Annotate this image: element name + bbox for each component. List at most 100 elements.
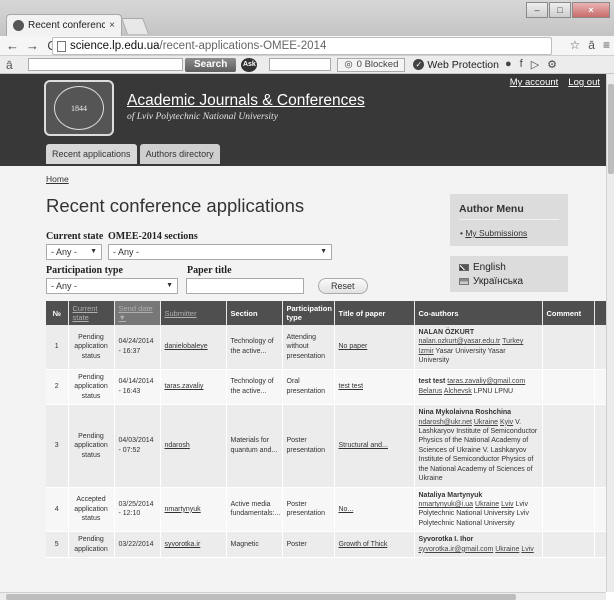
- lock-icon[interactable]: ●: [505, 58, 512, 71]
- site-slogan: of Lviv Polytechnic National University: [127, 112, 278, 122]
- browser-tab[interactable]: Recent conference applic ×: [6, 14, 122, 36]
- row-date: 04/03/2014 - 07:52: [114, 404, 161, 488]
- row-comment: [542, 487, 595, 533]
- current-state-value: - Any -: [51, 247, 78, 257]
- row-submitter-link[interactable]: taras.zavaliy: [165, 383, 204, 390]
- tab-close-icon[interactable]: ×: [109, 20, 115, 31]
- log-out-link[interactable]: Log out: [568, 77, 600, 88]
- coauthor-city-link[interactable]: Lviv: [501, 501, 513, 508]
- col-send-date[interactable]: Send date ▼: [114, 301, 161, 325]
- secondary-menu: My account Log out: [510, 77, 600, 88]
- ask-icon[interactable]: Ask: [241, 57, 258, 72]
- row-submitter-link[interactable]: syvorotka.ir: [165, 541, 201, 548]
- table-row: 3 Pending application status 04/03/2014 …: [46, 404, 606, 488]
- blocked-label: 0 Blocked: [356, 59, 399, 70]
- row-section: Technology of the active...: [226, 325, 283, 370]
- coauthor-country-link[interactable]: Belarus: [419, 388, 443, 395]
- row-title-link[interactable]: No paper: [339, 343, 368, 350]
- coauthor-city-link[interactable]: Kyiv: [500, 419, 513, 426]
- row-date: 04/24/2014 - 16:37: [114, 325, 161, 370]
- blocked-counter-button[interactable]: ◎ 0 Blocked: [337, 57, 406, 72]
- participation-type-value: - Any -: [51, 281, 78, 291]
- extension-icon[interactable]: ā: [588, 38, 595, 52]
- minimize-button[interactable]: –: [526, 2, 548, 18]
- settings-icon[interactable]: ⚙: [547, 58, 557, 71]
- row-submitter-link[interactable]: danielobaleye: [165, 343, 208, 350]
- coauthor-city-link[interactable]: Alchevsk: [444, 388, 472, 395]
- my-submissions-label: My Submissions: [465, 228, 528, 238]
- coauthor-country-link[interactable]: Turkey: [502, 338, 523, 345]
- toolbar-search-input[interactable]: [28, 58, 183, 71]
- participation-type-select[interactable]: - Any - ▼: [46, 278, 178, 294]
- site-header: 1844 Academic Journals & Conferences of …: [0, 74, 606, 166]
- row-comment: [542, 325, 595, 370]
- row-submitter-link[interactable]: nmartynyuk: [165, 506, 201, 513]
- coauthor-affiliation: V. Lashkaryov Institute of Semiconductor…: [418, 418, 538, 483]
- vertical-scroll-thumb[interactable]: [608, 84, 614, 174]
- my-account-link[interactable]: My account: [510, 77, 559, 88]
- forward-arrow-icon[interactable]: →: [26, 38, 39, 53]
- chevron-down-icon: ▼: [90, 248, 97, 255]
- row-section: Materials for quantum and...: [226, 404, 283, 488]
- university-logo[interactable]: 1844: [44, 80, 114, 136]
- toolbar-secondary-input[interactable]: [269, 58, 332, 71]
- coauthor-city-link[interactable]: Lviv: [521, 546, 533, 553]
- close-window-button[interactable]: ×: [572, 2, 610, 18]
- row-title-link[interactable]: No...: [339, 506, 354, 513]
- row-title-link[interactable]: Structural and...: [339, 442, 388, 449]
- col-current-state[interactable]: Current state: [68, 301, 115, 325]
- tab-authors-directory[interactable]: Authors directory: [139, 144, 220, 164]
- current-state-select[interactable]: - Any - ▼: [46, 244, 102, 260]
- reset-button[interactable]: Reset: [318, 278, 368, 294]
- web-protection-button[interactable]: ✓ Web Protection: [413, 59, 499, 71]
- coauthor-email-link[interactable]: taras.zavaliy@gmail.com: [447, 378, 525, 385]
- language-ukrainian[interactable]: Українська: [459, 276, 523, 287]
- coauthor-email-link[interactable]: ndarosh@ukr.net: [419, 419, 472, 426]
- horizontal-scrollbar[interactable]: [0, 592, 606, 600]
- row-title-link[interactable]: test test: [339, 383, 364, 390]
- chrome-menu-icon[interactable]: ≡: [603, 38, 610, 52]
- coauthor-name: Nina Mykolaivna Roshchina: [418, 409, 512, 417]
- facebook-icon[interactable]: f: [520, 58, 523, 71]
- coauthor-name: Nataliya Martynyuk: [418, 491, 483, 499]
- coauthor-country-link[interactable]: Ukraine: [474, 419, 498, 426]
- address-bar[interactable]: science.lp.edu.ua/recent-applications-OM…: [52, 37, 552, 55]
- coauthor-country-link[interactable]: Ukraine: [475, 501, 499, 508]
- maximize-button[interactable]: □: [549, 2, 571, 18]
- new-tab-button[interactable]: [121, 18, 149, 34]
- coauthor-email-link[interactable]: nalan.ozkurt@yasar.edu.tr: [419, 338, 501, 345]
- main-content: Home Recent conference applications Curr…: [0, 166, 606, 592]
- chevron-down-icon: ▼: [320, 248, 327, 255]
- toolbar-search-button[interactable]: Search: [185, 57, 237, 72]
- col-submitter[interactable]: Submitter: [160, 301, 227, 325]
- search-toolbar: ā Search Ask ◎ 0 Blocked ✓ Web Protectio…: [0, 56, 614, 74]
- coauthor-email-link[interactable]: nmartynyuk@i.ua: [419, 501, 474, 508]
- row-date: 04/14/2014 - 16:43: [114, 369, 161, 406]
- coauthor-city-link[interactable]: Izmir: [419, 348, 434, 355]
- favicon-icon: [13, 20, 24, 31]
- play-icon[interactable]: ▷: [531, 58, 539, 71]
- language-ukrainian-label: Українська: [473, 276, 524, 287]
- coauthor-country-link[interactable]: Ukraine: [495, 546, 519, 553]
- col-overflow: [594, 301, 606, 325]
- coauthor-name: NALAN ÖZKURT: [418, 329, 475, 336]
- my-submissions-link[interactable]: • My Submissions: [460, 228, 527, 238]
- col-send-date-label: Send date: [118, 304, 153, 313]
- breadcrumb-home-link[interactable]: Home: [46, 174, 69, 184]
- seal-ring: 1844: [54, 86, 104, 130]
- row-submitter-link[interactable]: ndarosh: [165, 442, 190, 449]
- toolbar-more: ● f ▷ ⚙: [505, 58, 557, 71]
- row-number: 3: [46, 404, 69, 488]
- language-english[interactable]: English: [459, 262, 506, 273]
- coauthor-email-link[interactable]: syvorotka.ir@gmail.com: [419, 546, 494, 553]
- row-participation: Poster: [282, 531, 335, 559]
- tab-recent-applications[interactable]: Recent applications: [46, 144, 137, 164]
- vertical-scrollbar[interactable]: [606, 74, 614, 592]
- bookmark-star-icon[interactable]: ☆: [570, 38, 581, 52]
- site-name-link[interactable]: Academic Journals & Conferences: [127, 92, 365, 110]
- horizontal-scroll-thumb[interactable]: [6, 594, 516, 600]
- row-title-link[interactable]: Growth of Thick: [339, 541, 388, 548]
- back-arrow-icon[interactable]: ←: [6, 38, 19, 53]
- sections-select[interactable]: - Any - ▼: [108, 244, 332, 260]
- paper-title-input[interactable]: [186, 278, 304, 294]
